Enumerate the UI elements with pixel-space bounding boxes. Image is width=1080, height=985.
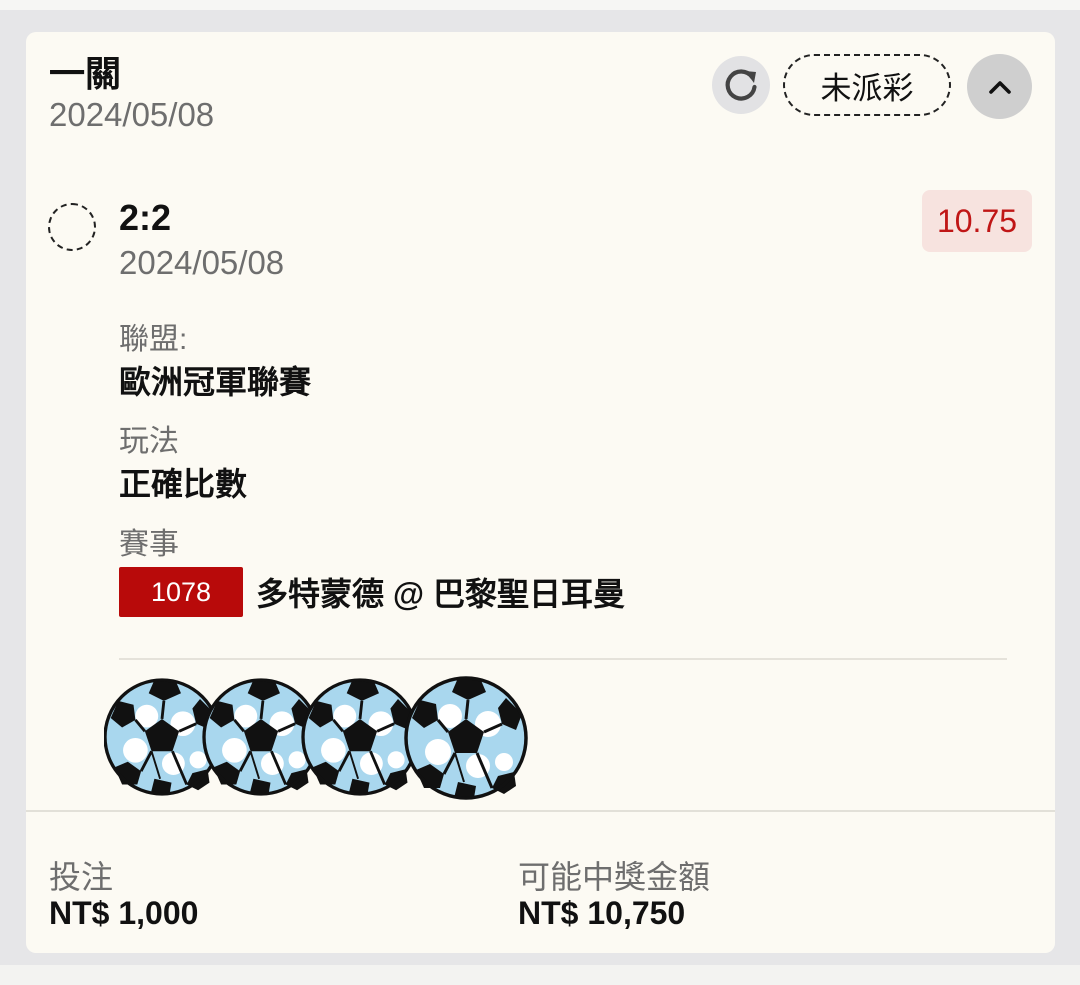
- soccer-ball-icon: [301, 678, 419, 796]
- market-label: 玩法: [119, 425, 179, 458]
- soccer-ball-icon: [202, 678, 320, 796]
- event-row: 1078 多特蒙德 @ 巴黎聖日耳曼: [119, 567, 625, 617]
- bet-type-title: 一關: [49, 53, 122, 94]
- match-name: 多特蒙德 @ 巴黎聖日耳曼: [256, 576, 625, 612]
- stake-label: 投注: [49, 859, 114, 895]
- market-value: 正確比數: [119, 466, 248, 502]
- bet-card: 一關 2024/05/08 未派彩 2:2 2024/05/08 10.75 聯…: [26, 32, 1055, 953]
- league-value: 歐洲冠軍聯賽: [119, 364, 312, 400]
- soccer-balls: [104, 672, 544, 802]
- match-id-badge: 1078: [119, 567, 243, 617]
- settlement-status-badge: 未派彩: [783, 54, 951, 116]
- chevron-up-icon: [988, 80, 1011, 94]
- footer-divider: [26, 810, 1055, 812]
- bottom-strip: [0, 965, 1080, 985]
- selection-date: 2024/05/08: [119, 244, 285, 281]
- league-label: 聯盟:: [119, 323, 188, 356]
- event-label: 賽事: [119, 528, 179, 561]
- stake-amount: NT$ 1,000: [49, 895, 199, 931]
- section-divider: [119, 658, 1007, 660]
- odds-badge: 10.75: [922, 190, 1032, 252]
- refresh-icon: [725, 69, 757, 101]
- bet-date: 2024/05/08: [49, 96, 215, 133]
- pending-dashed-circle-icon: [48, 203, 96, 251]
- potential-payout-amount: NT$ 10,750: [518, 895, 686, 931]
- refresh-button[interactable]: [712, 56, 770, 114]
- potential-payout-label: 可能中獎金額: [518, 859, 711, 895]
- collapse-button[interactable]: [967, 54, 1032, 119]
- selection-pick: 2:2: [119, 197, 172, 238]
- soccer-ball-icon: [404, 676, 528, 800]
- soccer-ball-icon: [104, 678, 221, 796]
- top-strip: [0, 0, 1080, 10]
